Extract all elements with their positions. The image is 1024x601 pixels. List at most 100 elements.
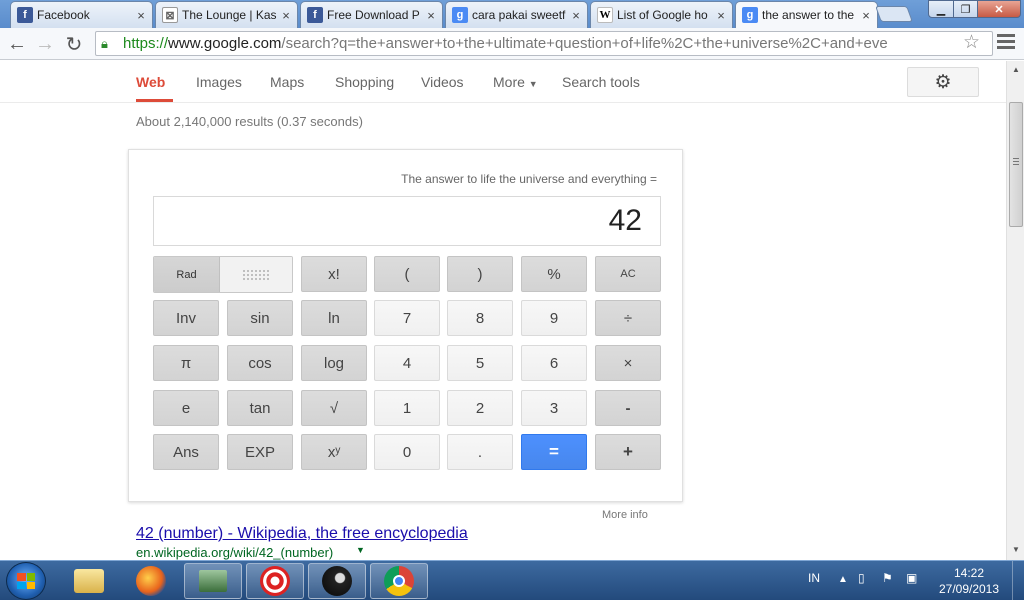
- key-ans[interactable]: Ans: [153, 434, 219, 470]
- tab-search-tools[interactable]: Search tools: [562, 74, 640, 90]
- tab-web[interactable]: Web: [136, 74, 165, 90]
- key-5[interactable]: 5: [447, 345, 513, 381]
- tab-title: The Lounge | Kas: [182, 8, 277, 22]
- calculator-expression: The answer to life the universe and ever…: [401, 172, 657, 186]
- target-taskbar-button[interactable]: [246, 563, 304, 599]
- key-equals[interactable]: =: [521, 434, 587, 470]
- key-percent[interactable]: %: [521, 256, 587, 292]
- app-taskbar-button[interactable]: [184, 563, 242, 599]
- caret-down-icon[interactable]: ▼: [356, 545, 365, 555]
- address-bar[interactable]: 🔒︎ https://www.google.com/search?q=the+a…: [95, 31, 993, 56]
- close-icon[interactable]: ×: [569, 8, 583, 23]
- key-tan[interactable]: tan: [227, 390, 293, 426]
- tab-more[interactable]: More ▼: [493, 74, 538, 90]
- start-button[interactable]: [6, 562, 46, 600]
- key-pi[interactable]: π: [153, 345, 219, 381]
- vertical-scrollbar[interactable]: ▲ ▼: [1006, 61, 1024, 560]
- close-icon[interactable]: ×: [714, 8, 728, 23]
- show-hidden-icons[interactable]: ▲: [838, 574, 848, 585]
- tab-the-answer[interactable]: g the answer to the ×: [735, 1, 878, 28]
- key-7[interactable]: 7: [374, 300, 440, 336]
- key-factorial[interactable]: x!: [301, 256, 367, 292]
- tab-the-lounge[interactable]: ⊠ The Lounge | Kas ×: [155, 1, 298, 28]
- clock[interactable]: 14:22 27/09/2013: [935, 565, 1003, 597]
- bookmark-star-icon[interactable]: ☆: [963, 31, 980, 54]
- key-multiply[interactable]: ×: [595, 345, 661, 381]
- chrome-taskbar-button[interactable]: [370, 563, 428, 599]
- key-1[interactable]: 1: [374, 390, 440, 426]
- tab-shopping[interactable]: Shopping: [335, 74, 394, 90]
- tab-free-download[interactable]: f Free Download P ×: [300, 1, 443, 28]
- scroll-up-icon[interactable]: ▲: [1010, 63, 1022, 77]
- calculator-result: 42: [608, 204, 642, 237]
- search-nav: Web Images Maps Shopping Videos More ▼ S…: [0, 61, 1006, 103]
- facebook-icon: f: [17, 7, 33, 23]
- key-subtract[interactable]: -: [595, 390, 661, 426]
- tab-list-of-google[interactable]: W List of Google ho ×: [590, 1, 733, 28]
- key-8[interactable]: 8: [447, 300, 513, 336]
- key-all-clear[interactable]: AC: [595, 256, 661, 292]
- wikipedia-icon: W: [597, 7, 613, 23]
- key-exp[interactable]: EXP: [227, 434, 293, 470]
- tab-images[interactable]: Images: [196, 74, 242, 90]
- key-cos[interactable]: cos: [227, 345, 293, 381]
- key-4[interactable]: 4: [374, 345, 440, 381]
- rad-deg-toggle[interactable]: Rad: [153, 256, 293, 293]
- minimize-button[interactable]: ▁: [928, 0, 954, 18]
- close-window-button[interactable]: ✕: [977, 0, 1021, 18]
- key-decimal[interactable]: .: [447, 434, 513, 470]
- key-3[interactable]: 3: [521, 390, 587, 426]
- forward-icon[interactable]: →: [33, 32, 57, 56]
- tab-cara-pakai[interactable]: g cara pakai sweetf ×: [445, 1, 588, 28]
- tab-maps[interactable]: Maps: [270, 74, 304, 90]
- key-power[interactable]: xʸ: [301, 434, 367, 470]
- deg-button[interactable]: [220, 257, 292, 292]
- lounge-icon: ⊠: [162, 7, 178, 23]
- key-2[interactable]: 2: [447, 390, 513, 426]
- steam-taskbar-button[interactable]: [308, 563, 366, 599]
- chrome-menu-icon[interactable]: [997, 34, 1015, 52]
- more-info-link[interactable]: More info: [602, 509, 648, 521]
- scrollbar-thumb[interactable]: [1009, 102, 1023, 227]
- key-close-paren[interactable]: ): [447, 256, 513, 292]
- url-host: www.google.com: [168, 35, 282, 52]
- key-sqrt[interactable]: √: [301, 390, 367, 426]
- key-inv[interactable]: Inv: [153, 300, 219, 336]
- key-ln[interactable]: ln: [301, 300, 367, 336]
- close-icon[interactable]: ×: [279, 8, 293, 23]
- rad-button[interactable]: Rad: [154, 257, 220, 292]
- back-icon[interactable]: ←: [5, 32, 29, 56]
- close-icon[interactable]: ×: [424, 8, 438, 23]
- maximize-button[interactable]: ❐: [953, 0, 978, 18]
- firefox-taskbar-button[interactable]: [122, 563, 180, 599]
- key-6[interactable]: 6: [521, 345, 587, 381]
- flag-icon[interactable]: ⚑: [882, 571, 893, 585]
- language-indicator[interactable]: IN: [808, 571, 820, 585]
- tab-facebook[interactable]: f Facebook ×: [10, 1, 153, 28]
- close-icon[interactable]: ×: [134, 8, 148, 23]
- explorer-taskbar-button[interactable]: [60, 563, 118, 599]
- key-e[interactable]: e: [153, 390, 219, 426]
- key-add[interactable]: +: [595, 434, 661, 470]
- usb-icon[interactable]: ▯: [858, 571, 865, 585]
- reload-icon[interactable]: ↻: [62, 32, 86, 56]
- tab-videos[interactable]: Videos: [421, 74, 464, 90]
- network-icon[interactable]: ▣: [906, 571, 917, 585]
- key-divide[interactable]: ÷: [595, 300, 661, 336]
- tab-title: List of Google ho: [617, 8, 708, 22]
- key-sin[interactable]: sin: [227, 300, 293, 336]
- key-9[interactable]: 9: [521, 300, 587, 336]
- dotted-pattern-icon: [242, 268, 270, 281]
- key-open-paren[interactable]: (: [374, 256, 440, 292]
- key-log[interactable]: log: [301, 345, 367, 381]
- new-tab-button[interactable]: [875, 6, 913, 22]
- show-desktop-button[interactable]: [1012, 561, 1024, 601]
- result-title-link[interactable]: 42 (number) - Wikipedia, the free encycl…: [136, 525, 468, 543]
- scroll-down-icon[interactable]: ▼: [1010, 543, 1022, 557]
- close-icon[interactable]: ×: [859, 8, 873, 23]
- windows-logo-icon: [17, 573, 35, 589]
- browser-toolbar: ← → ↻ 🔒︎ https://www.google.com/search?q…: [0, 28, 1024, 60]
- settings-button[interactable]: ⚙: [907, 67, 979, 97]
- url-scheme: https://: [123, 35, 169, 52]
- key-0[interactable]: 0: [374, 434, 440, 470]
